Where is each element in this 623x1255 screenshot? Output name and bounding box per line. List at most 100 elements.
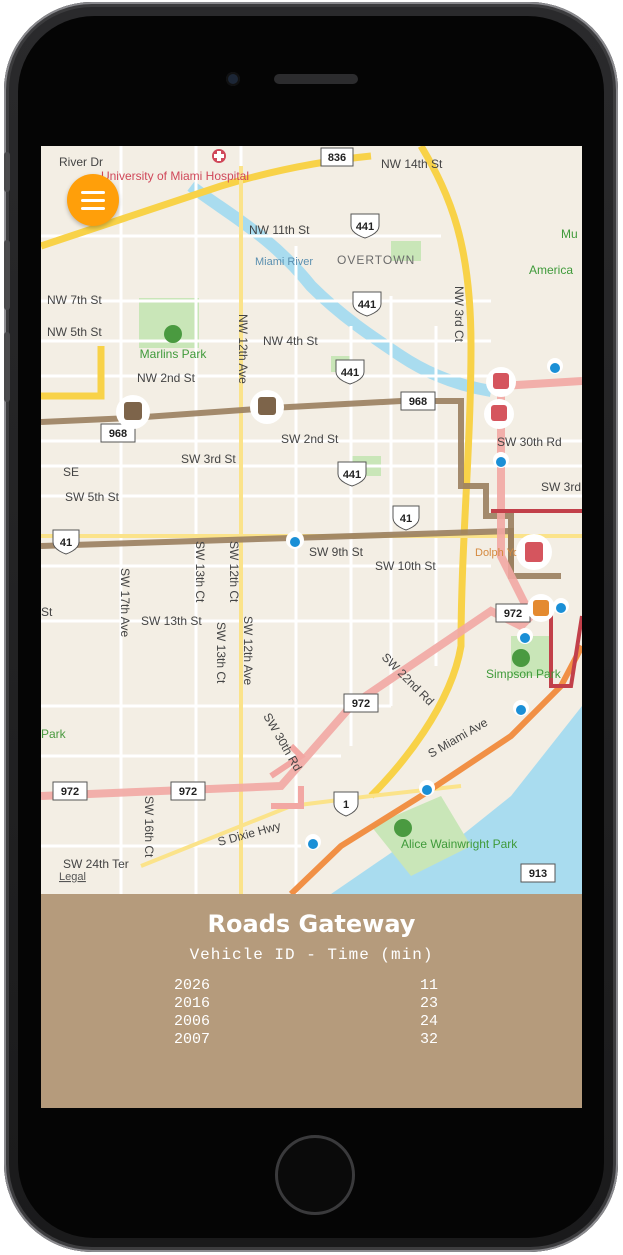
svg-text:968: 968 bbox=[409, 396, 427, 408]
street-label: NW 11th St bbox=[249, 223, 310, 237]
street-label: NW 3rd Ct bbox=[452, 286, 466, 343]
menu-button[interactable] bbox=[67, 174, 119, 226]
earpiece-speaker bbox=[274, 74, 358, 84]
street-label: NW 12th Ave bbox=[236, 314, 250, 384]
arrivals-list: 2026 11 2016 23 2006 24 2007 32 bbox=[174, 977, 438, 1049]
shield-972: 972 bbox=[495, 603, 531, 623]
bike-share-icon bbox=[553, 598, 569, 614]
list-item: 2016 23 bbox=[174, 995, 438, 1013]
street-label: SW 9th St bbox=[309, 545, 364, 559]
shield-836: 836 bbox=[320, 147, 354, 167]
bus-stop-icon bbox=[484, 399, 514, 429]
bus-stop-icon bbox=[250, 390, 284, 424]
river-label: Miami River bbox=[255, 256, 313, 268]
street-label: SW 17th Ave bbox=[118, 568, 132, 637]
street-label: SW 13th Ct bbox=[214, 622, 228, 684]
bus-stop-icon bbox=[516, 534, 552, 570]
bike-share-icon bbox=[517, 628, 533, 644]
svg-text:972: 972 bbox=[504, 608, 522, 620]
street-label: SW 13th Ct bbox=[193, 541, 207, 603]
volume-up-button bbox=[4, 240, 10, 310]
shield-968: 968 bbox=[400, 391, 436, 411]
map-view[interactable]: 836 441 441 441 441 968 968 41 41 972 97… bbox=[41, 146, 582, 894]
bike-share-icon bbox=[493, 452, 509, 468]
street-label: SW 13th St bbox=[141, 614, 202, 628]
bike-share-icon bbox=[419, 780, 435, 796]
svg-text:1: 1 bbox=[343, 799, 349, 811]
park-icon bbox=[394, 819, 412, 837]
street-label: River Dr bbox=[59, 155, 103, 169]
poi-label: Alice Wainwright Park bbox=[401, 837, 518, 851]
street-label: SW 3rd St bbox=[541, 480, 582, 494]
app-screen: 836 441 441 441 441 968 968 41 41 972 97… bbox=[41, 146, 582, 1108]
street-label: SW 3rd St bbox=[181, 452, 236, 466]
svg-text:41: 41 bbox=[60, 537, 72, 549]
front-camera bbox=[226, 72, 240, 86]
list-item: 2026 11 bbox=[174, 977, 438, 995]
arrivals-panel: Roads Gateway Vehicle ID - Time (min) 20… bbox=[41, 894, 582, 1108]
vehicle-id: 2026 bbox=[174, 977, 211, 994]
poi-label: America bbox=[529, 263, 573, 277]
panel-title: Roads Gateway bbox=[207, 910, 416, 938]
street-label: NW 7th St bbox=[47, 293, 102, 307]
svg-text:972: 972 bbox=[61, 786, 79, 798]
district-label: OVERTOWN bbox=[337, 253, 415, 267]
shield-972: 972 bbox=[52, 781, 88, 801]
svg-text:441: 441 bbox=[341, 367, 359, 379]
bike-share-icon bbox=[547, 358, 563, 374]
bike-share-icon bbox=[305, 834, 321, 850]
svg-text:441: 441 bbox=[343, 469, 361, 481]
vehicle-id: 2007 bbox=[174, 1031, 211, 1048]
shield-913: 913 bbox=[520, 863, 556, 883]
park-label: Park bbox=[41, 727, 67, 741]
street-label: NW 5th St bbox=[47, 325, 102, 339]
arrival-time: 24 bbox=[419, 1013, 438, 1030]
street-label: SE bbox=[63, 465, 79, 479]
list-item: 2007 32 bbox=[174, 1031, 438, 1049]
street-label: SW 5th St bbox=[65, 490, 120, 504]
svg-text:441: 441 bbox=[356, 221, 374, 233]
home-button[interactable] bbox=[275, 1135, 355, 1215]
mute-switch bbox=[4, 152, 10, 192]
shield-972: 972 bbox=[343, 693, 379, 713]
poi-label: Simpson Park bbox=[486, 667, 562, 681]
vehicle-id: 2016 bbox=[174, 995, 211, 1012]
bike-share-icon bbox=[286, 531, 304, 549]
arrival-time: 11 bbox=[419, 977, 438, 994]
street-label: SW 24th Ter bbox=[63, 857, 129, 871]
arrival-time: 23 bbox=[419, 995, 438, 1012]
arrival-time: 32 bbox=[419, 1031, 438, 1048]
hamburger-menu-icon bbox=[81, 190, 105, 194]
svg-text:972: 972 bbox=[352, 698, 370, 710]
shield-972: 972 bbox=[170, 781, 206, 801]
street-label: St bbox=[41, 605, 53, 619]
street-label: SW 12th Ct bbox=[227, 541, 241, 603]
list-item: 2006 24 bbox=[174, 1013, 438, 1031]
street-label: NW 4th St bbox=[263, 334, 318, 348]
svg-text:972: 972 bbox=[179, 786, 197, 798]
volume-down-button bbox=[4, 332, 10, 402]
poi-label: Mu bbox=[561, 227, 578, 241]
poi-label: Marlins Park bbox=[140, 347, 208, 361]
bus-stop-icon bbox=[116, 395, 150, 429]
svg-text:968: 968 bbox=[109, 428, 127, 440]
poi-label: University of Miami Hospital bbox=[101, 169, 249, 183]
bus-stop-icon bbox=[527, 594, 555, 622]
vehicle-id: 2006 bbox=[174, 1013, 211, 1030]
bus-stop-icon bbox=[486, 367, 516, 397]
panel-subtitle: Vehicle ID - Time (min) bbox=[189, 946, 434, 964]
street-label: NW 2nd St bbox=[137, 371, 196, 385]
street-label: NW 14th St bbox=[381, 157, 443, 171]
park-icon bbox=[512, 649, 530, 667]
park-icon bbox=[164, 325, 182, 343]
svg-text:41: 41 bbox=[400, 513, 412, 525]
street-label: SW 10th St bbox=[375, 559, 436, 573]
svg-text:913: 913 bbox=[529, 868, 547, 880]
street-label: SW 30th Rd bbox=[497, 435, 562, 449]
legal-link[interactable]: Legal bbox=[59, 871, 86, 883]
svg-text:836: 836 bbox=[328, 152, 346, 164]
street-label: SW 12th Ave bbox=[241, 616, 255, 685]
street-label: SW 2nd St bbox=[281, 432, 339, 446]
hospital-icon bbox=[212, 149, 226, 163]
street-label: SW 16th Ct bbox=[142, 796, 156, 858]
